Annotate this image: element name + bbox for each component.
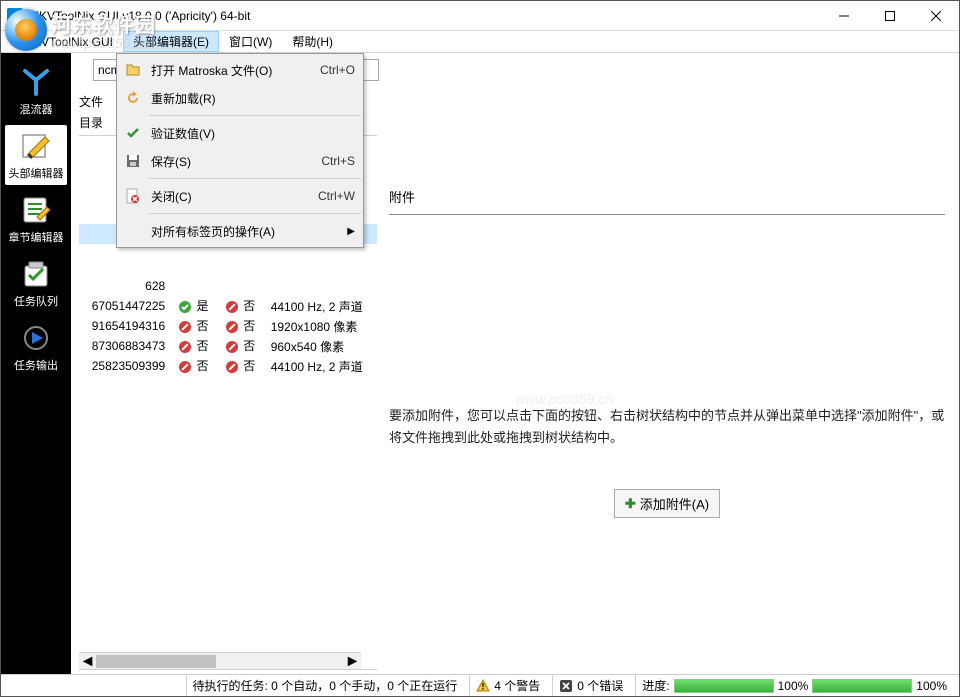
row-id: 91654194316	[79, 316, 171, 336]
menu-mkvtoolnix[interactable]: MKVToolNix GUI	[13, 33, 123, 51]
menu-close[interactable]: 关闭(C) Ctrl+W	[117, 182, 363, 210]
sidebar-item-header-editor[interactable]: 头部编辑器	[5, 125, 67, 185]
status-yes-icon	[177, 299, 193, 315]
plus-icon: ✚	[625, 496, 636, 512]
menu-reload[interactable]: 重新加载(R)	[117, 84, 363, 112]
row-id: 25823509399	[79, 356, 171, 376]
row-forced: 否	[218, 336, 265, 356]
table-row[interactable]: 87306883473 否 否960x540 像素	[79, 336, 377, 356]
row-default: 是	[171, 296, 218, 316]
status-errors[interactable]: 0 个错误	[552, 675, 629, 696]
menu-help[interactable]: 帮助(H)	[282, 31, 343, 52]
window-minimize-button[interactable]	[821, 1, 867, 31]
status-no-icon	[224, 339, 240, 355]
add-attachment-button[interactable]: ✚ 添加附件(A)	[614, 489, 720, 518]
header-editor-menu-dropdown: 打开 Matroska 文件(O) Ctrl+O 重新加载(R) 验证数值(V)…	[116, 53, 364, 248]
status-no-icon	[177, 319, 193, 335]
menu-bar: MKVToolNix GUI 头部编辑器(E) 窗口(W) 帮助(H)	[1, 31, 959, 53]
status-bar: 待执行的任务: 0 个自动，0 个手动，0 个正在运行 4 个警告 0 个错误 …	[1, 674, 959, 696]
horizontal-scrollbar[interactable]: ◄ ►	[79, 652, 361, 669]
status-no-icon	[224, 359, 240, 375]
sidebar-item-mux[interactable]: 混流器	[5, 61, 67, 121]
attachments-title: 附件	[389, 181, 945, 215]
window-title: MKVToolNix GUI v18.0.0 ('Apricity') 64-b…	[29, 9, 821, 23]
menu-separator	[149, 115, 361, 116]
row-id: 67051447225	[79, 296, 171, 316]
document-open-icon	[121, 62, 145, 78]
window-titlebar: MKVToolNix GUI v18.0.0 ('Apricity') 64-b…	[1, 1, 959, 31]
job-output-icon	[19, 321, 53, 355]
progress-bar-1	[674, 679, 774, 693]
row-forced	[218, 276, 265, 296]
table-row[interactable]: 628	[79, 276, 377, 296]
attachments-help-text: 要添加附件，您可以点击下面的按钮、右击树状结构中的节点并从弹出菜单中选择"添加附…	[389, 395, 945, 449]
submenu-arrow-icon: ▶	[347, 226, 355, 237]
row-props: 1920x1080 像素	[265, 316, 377, 336]
menu-separator	[149, 178, 361, 179]
row-default	[171, 276, 218, 296]
warning-icon	[476, 679, 490, 693]
menu-validate[interactable]: 验证数值(V)	[117, 119, 363, 147]
row-props: 960x540 像素	[265, 336, 377, 356]
menu-save[interactable]: 保存(S) Ctrl+S	[117, 147, 363, 175]
table-row[interactable]: 91654194316 否 否1920x1080 像素	[79, 316, 377, 336]
progress-bar-2	[812, 679, 912, 693]
scroll-right-arrow-icon[interactable]: ►	[344, 653, 361, 670]
save-icon	[121, 153, 145, 169]
app-icon	[7, 8, 23, 24]
row-default: 否	[171, 356, 218, 376]
window-maximize-button[interactable]	[867, 1, 913, 31]
sidebar-item-job-output[interactable]: 任务输出	[5, 317, 67, 377]
chapter-editor-icon	[19, 193, 53, 227]
scroll-left-arrow-icon[interactable]: ◄	[79, 653, 96, 670]
menu-header-editor[interactable]: 头部编辑器(E)	[123, 31, 219, 52]
menu-open-matroska[interactable]: 打开 Matroska 文件(O) Ctrl+O	[117, 56, 363, 84]
row-props: 44100 Hz, 2 声道	[265, 296, 377, 316]
row-props	[265, 276, 377, 296]
check-icon	[121, 125, 145, 141]
scroll-thumb[interactable]	[96, 655, 216, 668]
right-pane: 附件 要添加附件，您可以点击下面的按钮、右击树状结构中的节点并从弹出菜单中选择"…	[379, 53, 959, 674]
status-no-icon	[224, 299, 240, 315]
error-icon	[559, 679, 573, 693]
tool-sidebar: 混流器 头部编辑器 章节编辑器 任务队列 任务输出	[1, 53, 71, 674]
row-props: 44100 Hz, 2 声道	[265, 356, 377, 376]
status-progress: 进度: 100% 100%	[635, 675, 953, 696]
table-row[interactable]: 67051447225 是 否44100 Hz, 2 声道	[79, 296, 377, 316]
status-queue-text: 待执行的任务: 0 个自动，0 个手动，0 个正在运行	[186, 675, 464, 696]
row-forced: 否	[218, 296, 265, 316]
menu-all-tabs-actions[interactable]: 对所有标签页的操作(A) ▶	[117, 217, 363, 245]
row-default: 否	[171, 336, 218, 356]
status-no-icon	[177, 339, 193, 355]
header-editor-icon	[19, 129, 53, 163]
job-queue-icon	[19, 257, 53, 291]
close-file-icon	[121, 188, 145, 204]
status-no-icon	[224, 319, 240, 335]
window-close-button[interactable]	[913, 1, 959, 31]
menu-window[interactable]: 窗口(W)	[219, 31, 282, 52]
row-id: 87306883473	[79, 336, 171, 356]
row-default: 否	[171, 316, 218, 336]
sidebar-item-chapter-editor[interactable]: 章节编辑器	[5, 189, 67, 249]
row-forced: 否	[218, 356, 265, 376]
row-forced: 否	[218, 316, 265, 336]
table-row[interactable]: 25823509399 否 否44100 Hz, 2 声道	[79, 356, 377, 376]
status-warnings[interactable]: 4 个警告	[469, 675, 546, 696]
mux-icon	[19, 65, 53, 99]
row-id: 628	[79, 276, 171, 296]
menu-separator	[149, 213, 361, 214]
reload-icon	[121, 90, 145, 106]
status-no-icon	[177, 359, 193, 375]
sidebar-item-job-queue[interactable]: 任务队列	[5, 253, 67, 313]
